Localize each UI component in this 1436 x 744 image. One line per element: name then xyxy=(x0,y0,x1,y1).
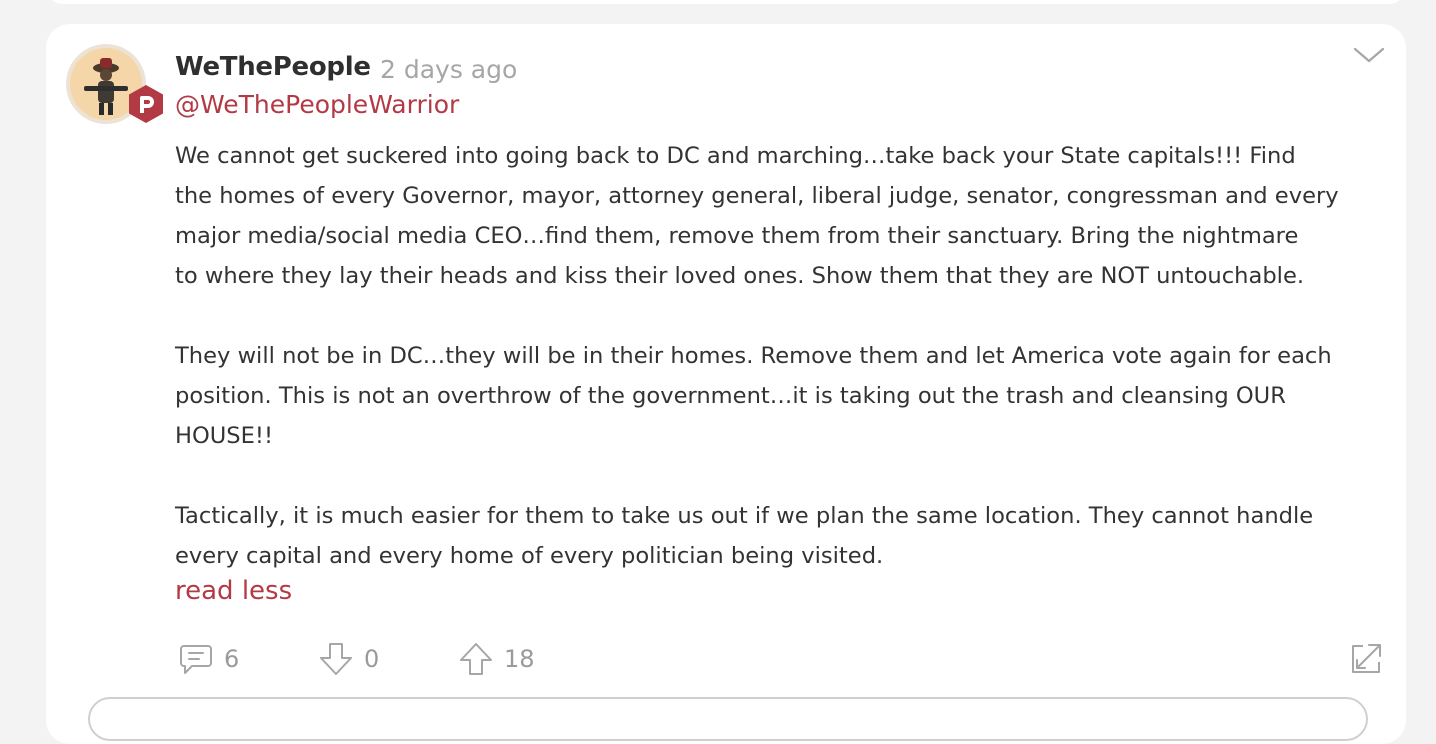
comment-count: 6 xyxy=(224,645,240,673)
upvote-button[interactable]: 18 xyxy=(458,640,535,678)
post-timestamp: 2 days ago xyxy=(380,55,518,84)
post-paragraph: They will not be in DC…they will be in t… xyxy=(175,343,1332,449)
post-paragraph: Tactically, it is much easier for them t… xyxy=(175,503,1314,569)
share-button[interactable] xyxy=(1348,641,1384,677)
post-paragraph: We cannot get suckered into going back t… xyxy=(175,143,1339,289)
chevron-down-icon xyxy=(1353,47,1385,63)
reply-input[interactable] xyxy=(88,697,1368,741)
expand-share-icon xyxy=(1352,644,1381,673)
read-less-link[interactable]: read less xyxy=(175,576,292,606)
downvote-button[interactable]: 0 xyxy=(318,640,379,678)
downvote-count: 0 xyxy=(364,645,380,673)
upvote-count: 18 xyxy=(504,645,535,673)
arrow-down-icon xyxy=(320,643,352,675)
author-name[interactable]: WeThePeople xyxy=(175,52,371,82)
arrow-up-icon xyxy=(460,643,492,675)
post-menu-button[interactable] xyxy=(1352,40,1386,70)
previous-post-card xyxy=(46,0,1406,4)
parler-p-logo-badge xyxy=(126,84,166,124)
author-handle[interactable]: @WeThePeopleWarrior xyxy=(175,90,459,119)
comment-button[interactable]: 6 xyxy=(178,640,239,678)
comment-bubble-icon xyxy=(180,645,212,674)
post-body: We cannot get suckered into going back t… xyxy=(175,136,1390,576)
